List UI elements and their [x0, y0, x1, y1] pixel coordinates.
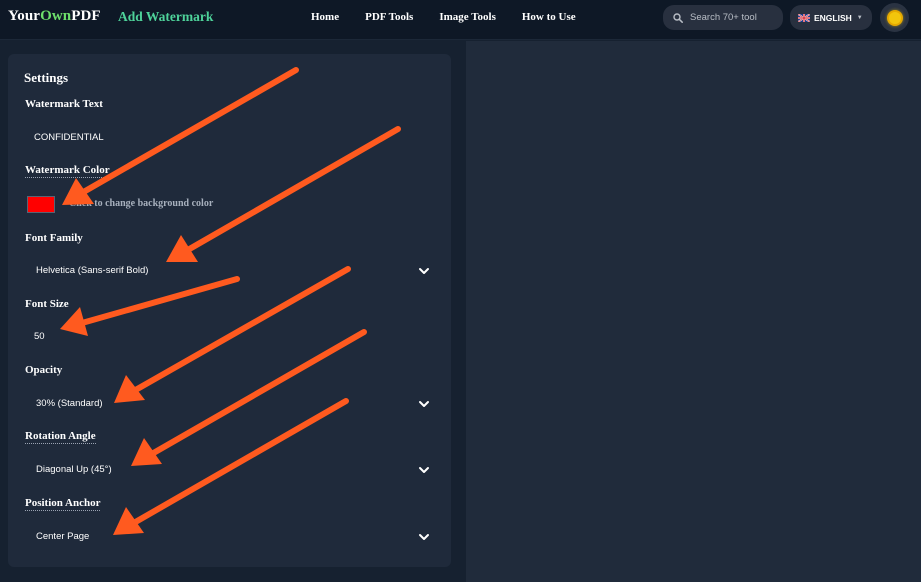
preview-panel — [466, 41, 921, 582]
font-size-input[interactable]: 50 — [34, 331, 45, 342]
main-nav: Home PDF Tools Image Tools How to Use — [311, 11, 602, 23]
chevron-down-icon[interactable] — [418, 398, 430, 410]
language-selector[interactable]: ENGLISH ▼ — [790, 5, 872, 30]
logo-text-your: Your — [8, 8, 41, 24]
rotation-angle-select[interactable]: Diagonal Up (45°) — [36, 464, 112, 475]
opacity-label: Opacity — [25, 364, 63, 376]
color-picker-hint[interactable]: Click to change background color — [69, 198, 213, 209]
chevron-down-icon[interactable] — [418, 265, 430, 277]
watermark-text-label: Watermark Text — [25, 98, 103, 110]
logo-text-pdf: PDF — [71, 8, 101, 24]
theme-toggle-button[interactable] — [880, 3, 909, 32]
search-box[interactable] — [663, 5, 783, 30]
tool-title: Add Watermark — [118, 9, 214, 24]
nav-pdf-tools[interactable]: PDF Tools — [365, 11, 413, 23]
uk-flag-icon — [798, 13, 810, 22]
site-logo[interactable]: YourOwnPDF — [8, 8, 101, 25]
search-icon — [673, 12, 683, 23]
settings-title: Settings — [24, 70, 69, 85]
font-family-label: Font Family — [25, 232, 83, 244]
chevron-down-icon[interactable] — [418, 531, 430, 543]
watermark-text-input[interactable]: CONFIDENTIAL — [34, 132, 104, 143]
position-anchor-select[interactable]: Center Page — [36, 531, 89, 542]
sun-icon — [888, 11, 901, 24]
logo-text-own: Own — [40, 8, 72, 24]
rotation-angle-label: Rotation Angle — [25, 430, 96, 444]
opacity-select[interactable]: 30% (Standard) — [36, 398, 103, 409]
caret-down-icon: ▼ — [856, 14, 863, 21]
watermark-color-swatch[interactable] — [27, 196, 55, 213]
search-input[interactable] — [690, 12, 780, 23]
top-navbar: YourOwnPDF Add Watermark Home PDF Tools … — [0, 0, 921, 40]
watermark-color-label: Watermark Color — [25, 164, 110, 178]
nav-home[interactable]: Home — [311, 11, 339, 23]
font-family-select[interactable]: Helvetica (Sans-serif Bold) — [36, 265, 148, 276]
position-anchor-label: Position Anchor — [25, 497, 101, 511]
font-size-label: Font Size — [25, 298, 69, 310]
language-label: ENGLISH — [814, 12, 852, 23]
settings-card — [8, 54, 451, 567]
nav-how-to-use[interactable]: How to Use — [522, 11, 576, 23]
nav-image-tools[interactable]: Image Tools — [439, 11, 496, 23]
chevron-down-icon[interactable] — [418, 464, 430, 476]
